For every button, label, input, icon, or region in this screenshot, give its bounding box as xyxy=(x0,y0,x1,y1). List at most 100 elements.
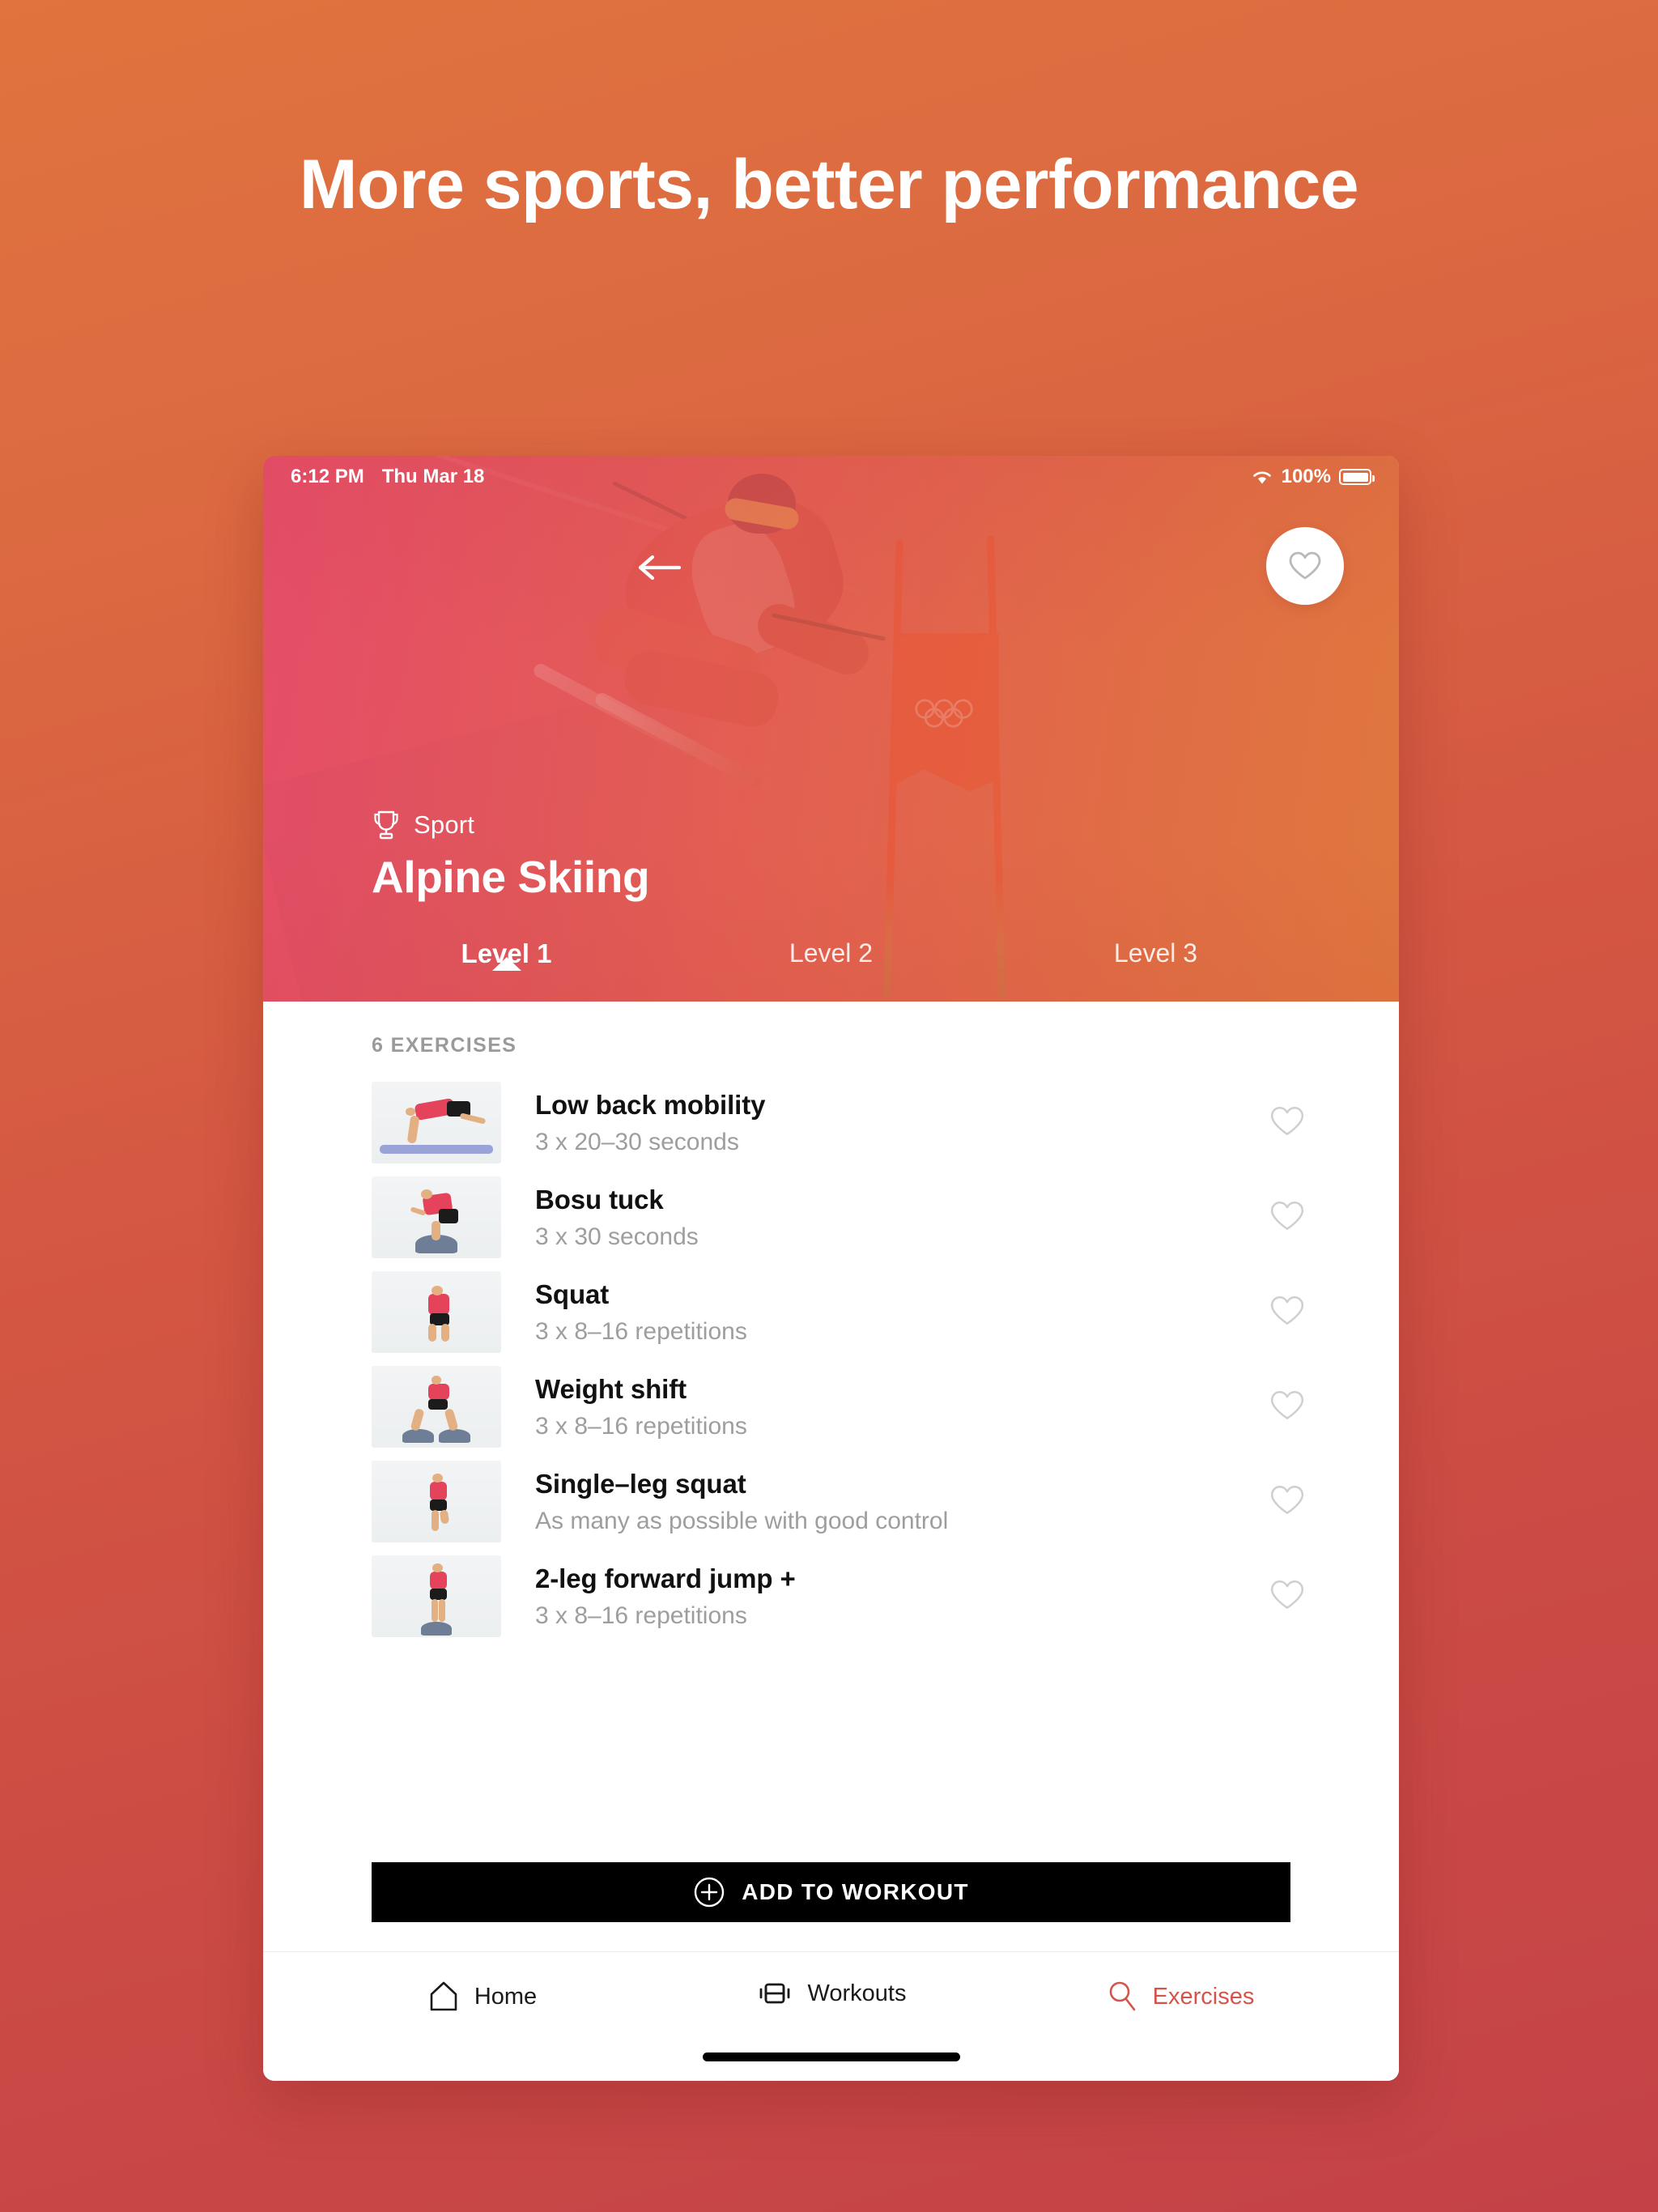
hero-meta: Sport Alpine Skiing xyxy=(372,809,650,903)
exercise-name: Bosu tuck xyxy=(535,1184,664,1214)
back-arrow-icon xyxy=(638,555,682,581)
back-button[interactable] xyxy=(636,547,686,589)
exercise-text: Low back mobility 3 x 20–30 seconds xyxy=(501,1090,1269,1156)
bottom-tab-bar: Home Workouts Exercises xyxy=(263,1951,1399,2081)
level-tabs: Level 1 Level 2 Level 3 xyxy=(263,934,1399,1002)
exercise-mat xyxy=(379,1144,494,1154)
exercise-row[interactable]: Squat 3 x 8–16 repetitions xyxy=(263,1265,1399,1359)
hero-vignette xyxy=(263,456,1399,1002)
exercise-text: Single–leg squat As many as possible wit… xyxy=(501,1469,1269,1535)
exercise-favorite-button[interactable] xyxy=(1269,1104,1306,1142)
device-frame: 6:12 PM Thu Mar 18 100% Sport Alpine Ski… xyxy=(263,456,1399,2081)
tab-level-1[interactable]: Level 1 xyxy=(344,934,669,969)
status-time: 6:12 PM xyxy=(291,466,364,487)
page-title: Alpine Skiing xyxy=(372,852,650,902)
exercise-text: 2-leg forward jump + 3 x 8–16 repetition… xyxy=(501,1563,1269,1630)
tab-exercises-label: Exercises xyxy=(1152,1983,1255,2010)
exercise-detail: 3 x 30 seconds xyxy=(535,1223,699,1250)
heart-outline-icon xyxy=(1270,1580,1304,1609)
home-icon xyxy=(430,1981,457,2011)
wifi-icon xyxy=(1252,471,1271,484)
tab-workouts-label: Workouts xyxy=(807,1980,907,2006)
figure-leg xyxy=(431,1220,440,1240)
tab-level-2-label: Level 2 xyxy=(789,938,874,968)
exercise-detail: 3 x 8–16 repetitions xyxy=(535,1317,747,1345)
figure-leg-back xyxy=(441,1323,449,1342)
battery-percent: 100% xyxy=(1281,466,1331,487)
exercise-name: 2-leg forward jump + xyxy=(535,1563,796,1593)
home-indicator xyxy=(702,2052,960,2061)
heart-outline-icon xyxy=(1270,1485,1304,1514)
heart-outline-icon xyxy=(1270,1390,1304,1419)
exercise-favorite-button[interactable] xyxy=(1269,1294,1306,1331)
exercise-text: Weight shift 3 x 8–16 repetitions xyxy=(501,1374,1269,1440)
exercise-favorite-button[interactable] xyxy=(1269,1199,1306,1236)
exercise-favorite-button[interactable] xyxy=(1269,1483,1306,1521)
trophy-icon xyxy=(374,810,398,840)
exercise-row[interactable]: 2-leg forward jump + 3 x 8–16 repetition… xyxy=(263,1549,1399,1644)
plus-circle-icon xyxy=(695,1877,725,1908)
hero-photo xyxy=(263,456,1399,1002)
add-to-workout-button[interactable]: ADD TO WORKOUT xyxy=(372,1862,1290,1922)
tab-level-3-label: Level 3 xyxy=(1113,938,1198,968)
exercise-thumbnail xyxy=(372,1555,501,1637)
search-icon xyxy=(1109,1981,1135,2011)
figure-leg xyxy=(410,1407,425,1431)
figure-shorts xyxy=(428,1399,449,1410)
exercise-count-label: 6 EXERCISES xyxy=(372,1034,517,1057)
figure-leg xyxy=(431,1509,440,1531)
tab-level-2[interactable]: Level 2 xyxy=(669,934,993,968)
figure-torso xyxy=(428,1384,449,1401)
exercise-detail: As many as possible with good control xyxy=(535,1507,949,1534)
exercise-name: Low back mobility xyxy=(535,1089,766,1120)
exercise-thumbnail xyxy=(372,1366,501,1448)
figure-torso xyxy=(430,1572,447,1590)
status-date: Thu Mar 18 xyxy=(381,466,485,487)
exercise-name: Single–leg squat xyxy=(535,1468,746,1499)
heart-outline-icon xyxy=(1270,1201,1304,1230)
bosu-ball-left xyxy=(402,1428,434,1443)
dumbbell-icon xyxy=(759,1983,789,2004)
add-to-workout-label: ADD TO WORKOUT xyxy=(742,1879,969,1904)
status-bar: 6:12 PM Thu Mar 18 100% xyxy=(263,456,1399,498)
marketing-headline: More sports, better performance xyxy=(299,146,1359,223)
favorite-button[interactable] xyxy=(1266,527,1344,605)
figure-arm xyxy=(407,1115,420,1145)
tab-home[interactable]: Home xyxy=(308,1980,657,2014)
exercise-detail: 3 x 8–16 repetitions xyxy=(535,1412,747,1440)
exercise-favorite-button[interactable] xyxy=(1269,1389,1306,1426)
exercise-row[interactable]: Low back mobility 3 x 20–30 seconds xyxy=(263,1075,1399,1170)
figure-leg xyxy=(428,1323,436,1342)
bosu-ball-right xyxy=(439,1428,470,1443)
exercise-thumbnail xyxy=(372,1082,501,1163)
heart-outline-icon xyxy=(1289,551,1321,580)
exercise-row[interactable]: Weight shift 3 x 8–16 repetitions xyxy=(263,1359,1399,1454)
figure-leg-back xyxy=(439,1598,446,1622)
figure-leg xyxy=(459,1112,487,1125)
tab-level-3[interactable]: Level 3 xyxy=(993,934,1318,968)
figure-head xyxy=(405,1108,416,1117)
tab-exercises[interactable]: Exercises xyxy=(1005,1980,1354,2014)
sport-category: Sport xyxy=(372,809,649,841)
exercise-text: Squat 3 x 8–16 repetitions xyxy=(501,1279,1269,1346)
exercise-thumbnail xyxy=(372,1461,501,1542)
figure-shorts xyxy=(439,1209,459,1223)
heart-outline-icon xyxy=(1270,1295,1304,1325)
exercise-detail: 3 x 20–30 seconds xyxy=(535,1128,739,1155)
exercise-list: Low back mobility 3 x 20–30 seconds Bosu… xyxy=(263,1075,1399,1644)
exercise-name: Squat xyxy=(535,1278,610,1309)
figure-torso xyxy=(428,1294,449,1315)
figure-leg xyxy=(431,1598,438,1622)
tab-workouts[interactable]: Workouts xyxy=(657,1980,1005,2007)
exercise-name: Weight shift xyxy=(535,1373,687,1404)
exercise-row[interactable]: Single–leg squat As many as possible wit… xyxy=(263,1454,1399,1549)
exercise-thumbnail xyxy=(372,1176,501,1258)
exercise-row[interactable]: Bosu tuck 3 x 30 seconds xyxy=(263,1170,1399,1265)
exercise-panel: 6 EXERCISES Low back mobility 3 x 20–30 … xyxy=(263,1002,1399,2081)
tab-level-1-label: Level 1 xyxy=(461,938,552,968)
exercise-thumbnail xyxy=(372,1271,501,1353)
exercise-favorite-button[interactable] xyxy=(1269,1578,1306,1615)
figure-shorts xyxy=(430,1589,447,1600)
hero-section: 6:12 PM Thu Mar 18 100% Sport Alpine Ski… xyxy=(263,456,1399,1002)
figure-leg-back xyxy=(444,1407,459,1431)
